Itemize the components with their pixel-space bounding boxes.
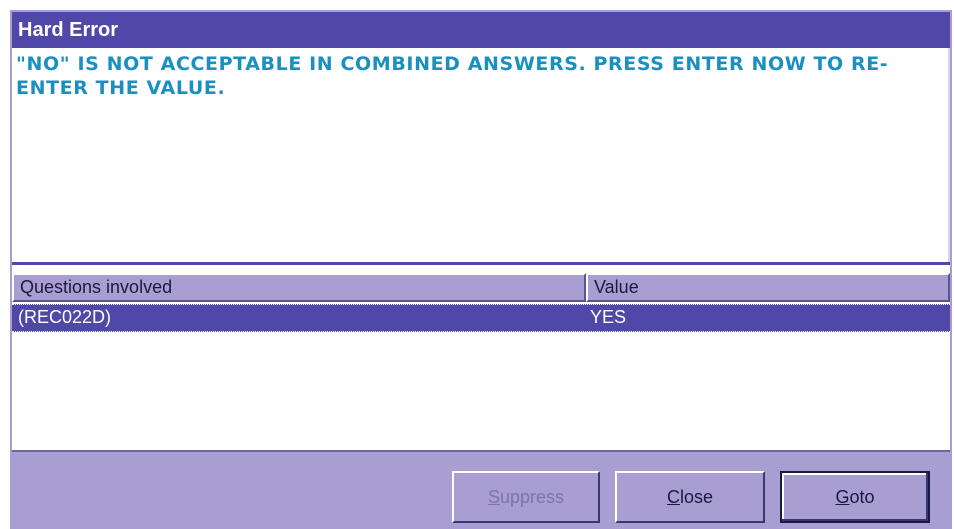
question-cell: (REC022D) xyxy=(18,307,112,327)
suppress-label: uppress xyxy=(499,487,565,507)
close-label: lose xyxy=(679,487,714,507)
dialog-title: Hard Error xyxy=(12,12,950,48)
table-row[interactable]: (REC022D) YES xyxy=(12,304,950,332)
goto-label: oto xyxy=(849,487,875,507)
hard-error-dialog: Hard Error "NO" IS NOT ACCEPTABLE IN COM… xyxy=(8,8,952,529)
suppress-hotkey: S xyxy=(487,487,500,507)
column-header-questions[interactable]: Questions involved xyxy=(12,273,586,302)
error-message: "NO" IS NOT ACCEPTABLE IN COMBINED ANSWE… xyxy=(16,53,889,99)
message-pane: "NO" IS NOT ACCEPTABLE IN COMBINED ANSWE… xyxy=(12,48,950,262)
column-header-value[interactable]: Value xyxy=(586,273,950,302)
close-button[interactable]: Close xyxy=(615,471,765,523)
close-hotkey: C xyxy=(666,487,680,507)
suppress-button[interactable]: Suppress xyxy=(452,471,600,523)
goto-button[interactable]: Goto xyxy=(780,471,930,523)
value-cell: YES xyxy=(590,307,627,327)
grid-header: Questions involved Value xyxy=(12,273,950,302)
questions-grid: Questions involved Value (REC022D) YES xyxy=(12,262,950,452)
goto-hotkey: G xyxy=(835,487,850,507)
